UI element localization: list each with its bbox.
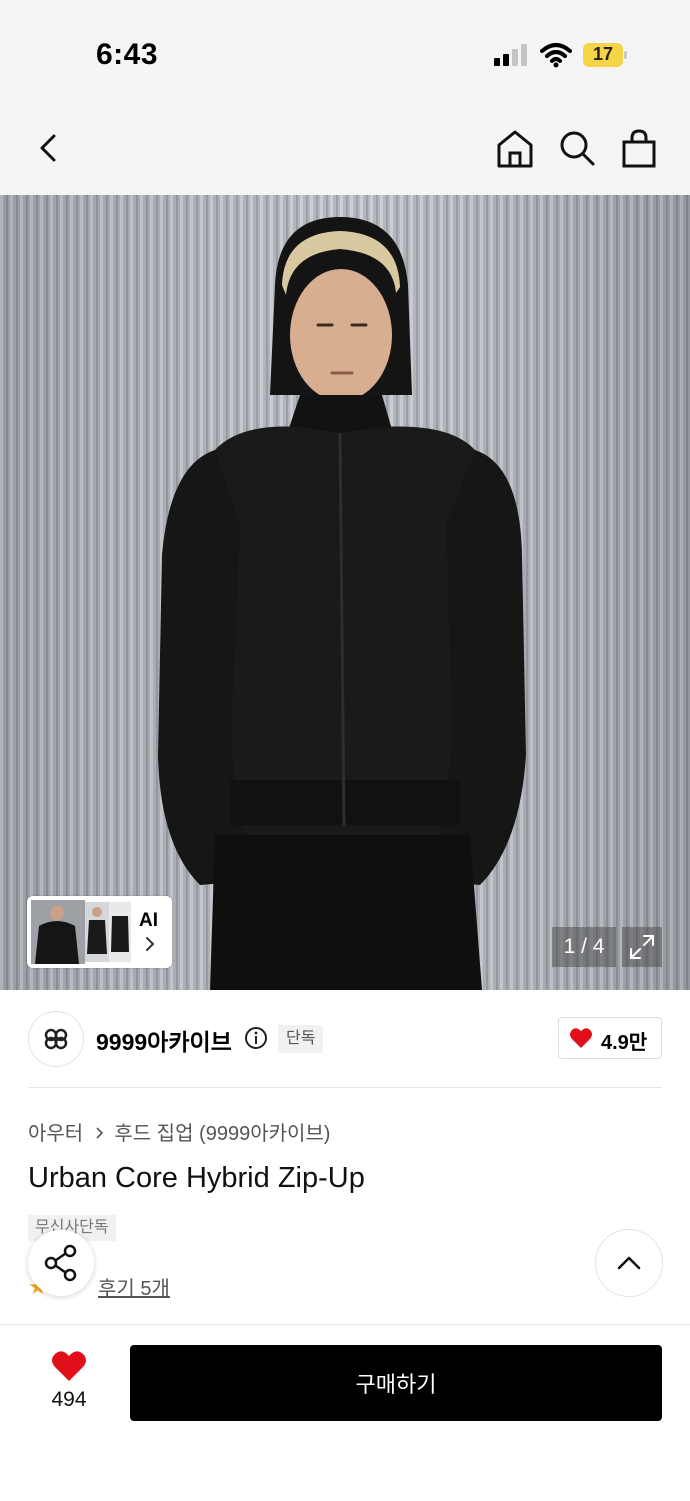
wifi-icon — [540, 43, 572, 68]
brand-name[interactable]: 9999아카이브 — [96, 1023, 232, 1057]
battery-level: 17 — [592, 44, 614, 64]
share-icon — [44, 1244, 77, 1282]
brand-like-button[interactable]: 4.9만 — [558, 1017, 662, 1059]
wishlist-heart-icon[interactable] — [51, 1350, 87, 1382]
cellular-signal-icon — [494, 44, 527, 66]
brand-like-count: 4.9만 — [601, 1032, 648, 1054]
status-bar: 6:43 17 — [0, 0, 690, 100]
section-divider — [28, 1087, 662, 1088]
wishlist-count: 494 — [51, 1388, 87, 1411]
breadcrumb: 아우터 후드 집업 (9999아카이브) — [28, 1117, 330, 1146]
ai-label: AI — [139, 910, 158, 931]
info-icon[interactable] — [244, 1026, 268, 1050]
status-time: 6:43 — [96, 38, 159, 71]
expand-button[interactable] — [622, 927, 662, 967]
review-link[interactable]: 후기 5개 — [98, 1272, 170, 1301]
back-chevron-icon[interactable] — [28, 128, 68, 168]
brand-logo-mark-icon — [44, 1028, 68, 1050]
breadcrumb-category[interactable]: 아우터 — [28, 1123, 83, 1145]
thumbnail-main[interactable] — [31, 900, 85, 964]
brand-logo[interactable] — [28, 1011, 84, 1067]
search-icon[interactable] — [557, 128, 597, 168]
chevron-up-icon — [617, 1256, 641, 1270]
chevron-right-icon — [146, 937, 155, 951]
exclusive-tag: 단독 — [278, 1025, 324, 1053]
buy-button[interactable]: 구매하기 — [130, 1345, 662, 1421]
thumbnail-third[interactable] — [109, 902, 131, 962]
product-image-carousel[interactable] — [0, 195, 690, 990]
ai-look-thumbnails[interactable]: AI — [27, 896, 172, 968]
expand-icon — [630, 935, 654, 959]
breadcrumb-chevron-icon — [96, 1127, 103, 1139]
battery-icon: 17 — [582, 42, 628, 68]
thumbnail-second[interactable] — [85, 902, 109, 962]
product-title: Urban Core Hybrid Zip-Up — [28, 1162, 365, 1194]
breadcrumb-subcategory[interactable]: 후드 집업 (9999아카이브) — [114, 1123, 330, 1145]
image-counter: 1 / 4 — [552, 927, 616, 967]
product-photo — [0, 195, 690, 990]
heart-icon — [570, 1028, 592, 1048]
share-button[interactable] — [28, 1230, 94, 1296]
shopping-bag-icon[interactable] — [619, 128, 659, 168]
home-icon[interactable] — [495, 128, 535, 168]
scroll-to-top-button[interactable] — [595, 1229, 663, 1297]
